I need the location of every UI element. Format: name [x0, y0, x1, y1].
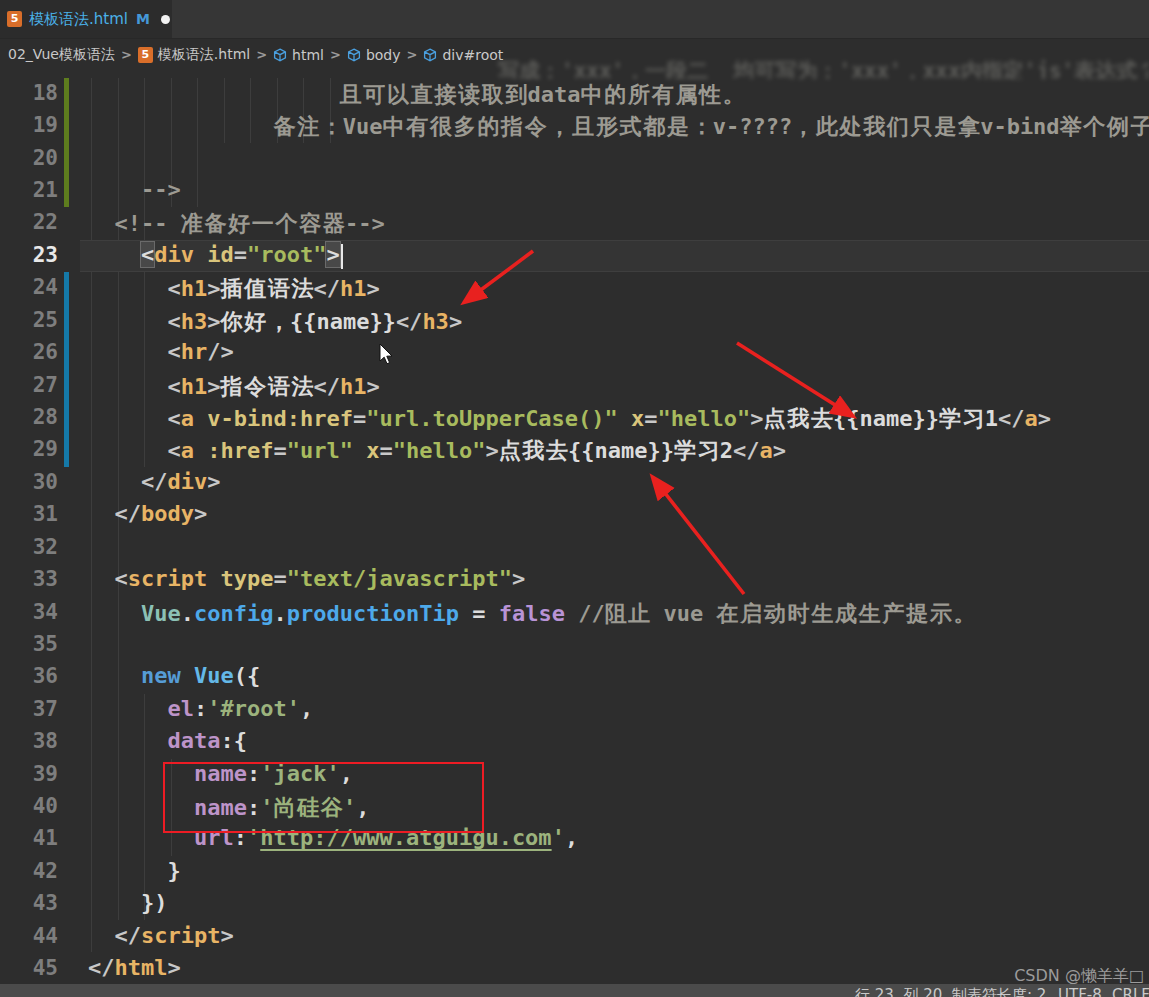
line-number-45: 45 — [0, 956, 58, 980]
code-line-29[interactable]: <a :href="url" x="hello">点我去{{name}}学习2<… — [88, 436, 786, 466]
code-line-45[interactable]: </html> — [88, 955, 181, 980]
line-number-27: 27 — [0, 373, 58, 397]
breadcrumb-separator: > — [407, 47, 418, 62]
line-number-26: 26 — [0, 340, 58, 364]
breadcrumb-item-body[interactable]: body — [347, 47, 401, 63]
tab-bar: 5 模板语法.html M — [0, 0, 1149, 39]
line-number-33: 33 — [0, 567, 58, 591]
status-cursor-position[interactable]: 行 23, 列 20 — [855, 986, 942, 997]
code-line-25[interactable]: <h3>你好，{{name}}</h3> — [88, 307, 462, 337]
symbol-cube-icon — [347, 48, 361, 62]
line-number-31: 31 — [0, 502, 58, 526]
code-line-19[interactable]: 备注：Vue中有很多的指令，且形式都是：v-????，此处我们只是拿v-bind… — [88, 112, 1149, 142]
vscode-window: 5 模板语法.html M 02_Vue模板语法>5模板语法.html>html… — [0, 0, 1149, 997]
code-line-27[interactable]: <h1>指令语法</h1> — [88, 372, 380, 402]
code-line-38[interactable]: data:{ — [88, 728, 247, 753]
code-line-30[interactable]: </div> — [88, 469, 220, 494]
line-number-18: 18 — [0, 81, 58, 105]
code-line-33[interactable]: <script type="text/javascript"> — [88, 566, 525, 591]
breadcrumb-item-02_Vue[interactable]: 02_Vue模板语法 — [8, 46, 115, 64]
line-number-19: 19 — [0, 113, 58, 137]
symbol-cube-icon — [423, 48, 437, 62]
code-line-44[interactable]: </script> — [88, 923, 234, 948]
symbol-cube-icon — [273, 48, 287, 62]
status-tab-size[interactable]: 制表符长度: 2 — [952, 986, 1046, 997]
code-line-34[interactable]: Vue.config.productionTip = false //阻止 vu… — [88, 599, 976, 629]
status-bar: 行 23, 列 20 制表符长度: 2 UTF-8 CRLF — [0, 984, 1149, 997]
tab-modified-badge: M — [136, 11, 150, 27]
code-line-36[interactable]: new Vue({ — [88, 663, 260, 688]
annotation-box — [163, 762, 484, 833]
status-encoding[interactable]: UTF-8 — [1058, 986, 1102, 997]
line-number-25: 25 — [0, 308, 58, 332]
line-number-41: 41 — [0, 826, 58, 850]
line-number-37: 37 — [0, 697, 58, 721]
code-line-22[interactable]: <!-- 准备好一个容器--> — [88, 209, 385, 239]
code-line-28[interactable]: <a v-bind:href="url.toUpperCase()" x="he… — [88, 404, 1051, 434]
line-number-23: 23 — [0, 243, 58, 267]
line-number-38: 38 — [0, 729, 58, 753]
line-number-24: 24 — [0, 275, 58, 299]
text-cursor — [341, 244, 343, 269]
line-number-30: 30 — [0, 470, 58, 494]
breadcrumb-separator: > — [256, 47, 267, 62]
status-eol[interactable]: CRLF — [1112, 986, 1149, 997]
code-line-31[interactable]: </body> — [88, 501, 207, 526]
line-number-22: 22 — [0, 210, 58, 234]
breadcrumb-separator: > — [121, 47, 132, 62]
html5-file-icon: 5 — [7, 11, 22, 27]
breadcrumb-item-div#root[interactable]: div#root — [423, 47, 503, 63]
code-line-43[interactable]: }) — [88, 890, 167, 915]
line-number-42: 42 — [0, 859, 58, 883]
tab-filename: 模板语法.html — [29, 10, 128, 29]
line-number-44: 44 — [0, 924, 58, 948]
breadcrumb-item-.html[interactable]: 5模板语法.html — [138, 46, 250, 64]
line-number-32: 32 — [0, 535, 58, 559]
breadcrumb-item-html[interactable]: html — [273, 47, 324, 63]
code-line-42[interactable]: } — [88, 858, 181, 883]
code-line-24[interactable]: <h1>插值语法</h1> — [88, 274, 380, 304]
html5-file-icon: 5 — [138, 47, 153, 63]
code-line-37[interactable]: el:'#root', — [88, 696, 313, 721]
line-number-20: 20 — [0, 146, 58, 170]
breadcrumb-separator: > — [330, 47, 341, 62]
line-number-43: 43 — [0, 891, 58, 915]
code-line-21[interactable]: --> — [88, 177, 181, 202]
ghost-scroll-line: 写成：'xxx'，一段二 均可写为：'xxx'，xxx内指定'js'表达式？ — [498, 57, 1149, 79]
line-number-39: 39 — [0, 762, 58, 786]
code-editor[interactable]: 写成：'xxx'，一段二 均可写为：'xxx'，xxx内指定'js'表达式？ 1… — [0, 70, 1149, 984]
code-line-18[interactable]: 且可以直接读取到data中的所有属性。 — [88, 80, 745, 110]
tab-active[interactable]: 5 模板语法.html M — [0, 0, 172, 38]
line-number-28: 28 — [0, 405, 58, 429]
line-number-35: 35 — [0, 632, 58, 656]
unsaved-changes-dot[interactable] — [161, 15, 170, 24]
code-line-23[interactable]: <div id="root"> — [88, 242, 340, 267]
line-number-21: 21 — [0, 178, 58, 202]
line-number-40: 40 — [0, 794, 58, 818]
line-number-36: 36 — [0, 664, 58, 688]
line-number-34: 34 — [0, 600, 58, 624]
code-line-26[interactable]: <hr/> — [88, 339, 234, 364]
line-number-29: 29 — [0, 437, 58, 461]
